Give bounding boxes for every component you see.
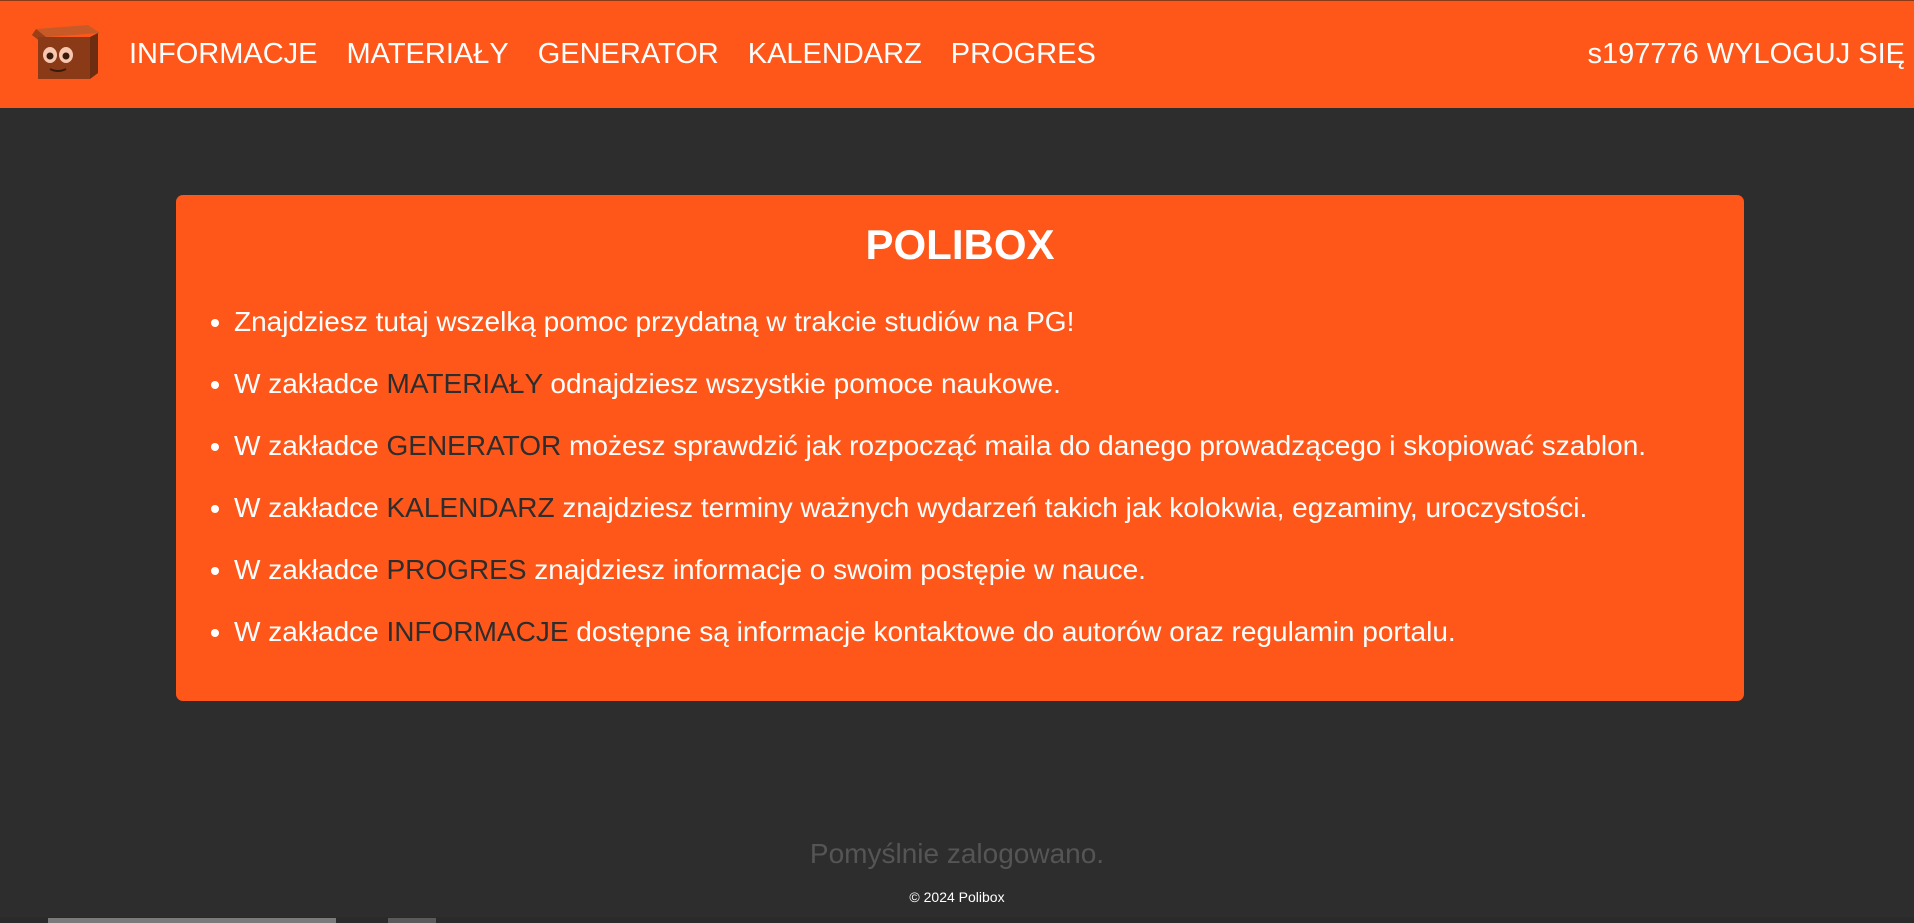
user-area: s197776 WYLOGUJ SIĘ bbox=[1588, 1, 1905, 107]
list-item-prefix: W zakładce bbox=[234, 554, 387, 585]
main-nav: INFORMACJE MATERIAŁY GENERATOR KALENDARZ… bbox=[129, 1, 1125, 107]
list-item-text: Znajdziesz tutaj wszelką pomoc przydatną… bbox=[234, 306, 1075, 337]
scrollbar-thumb-secondary[interactable] bbox=[388, 918, 436, 923]
list-item: Znajdziesz tutaj wszelką pomoc przydatną… bbox=[234, 291, 1646, 353]
list-item-suffix: odnajdziesz wszystkie pomoce naukowe. bbox=[542, 368, 1061, 399]
list-item: W zakładce PROGRES znajdziesz informacje… bbox=[234, 539, 1646, 601]
list-item-suffix: dostępne są informacje kontaktowe do aut… bbox=[568, 616, 1456, 647]
list-item: W zakładce KALENDARZ znajdziesz terminy … bbox=[234, 477, 1646, 539]
scrollbar-thumb[interactable] bbox=[48, 918, 336, 923]
polibox-logo-icon[interactable] bbox=[28, 23, 102, 81]
footer-copyright: © 2024 Polibox bbox=[909, 889, 1005, 905]
list-item: W zakładce GENERATOR możesz sprawdzić ja… bbox=[234, 415, 1646, 477]
list-item-prefix: W zakładce bbox=[234, 616, 387, 647]
list-item-suffix: znajdziesz informacje o swoim postępie w… bbox=[526, 554, 1146, 585]
list-item-keyword: GENERATOR bbox=[386, 430, 562, 461]
nav-kalendarz[interactable]: KALENDARZ bbox=[748, 38, 922, 71]
username: s197776 bbox=[1587, 37, 1699, 70]
list-item-keyword: KALENDARZ bbox=[386, 492, 555, 523]
login-status-message: Pomyślnie zalogowano. bbox=[809, 838, 1105, 869]
list-item-prefix: W zakładce bbox=[234, 368, 387, 399]
info-card: POLIBOX Znajdziesz tutaj wszelką pomoc p… bbox=[176, 195, 1744, 701]
list-item-keyword: MATERIAŁY bbox=[386, 368, 543, 399]
horizontal-scrollbar[interactable] bbox=[0, 917, 1914, 923]
list-item-suffix: znajdziesz terminy ważnych wydarzeń taki… bbox=[554, 492, 1588, 523]
list-item-prefix: W zakładce bbox=[234, 430, 387, 461]
logout-button[interactable]: WYLOGUJ SIĘ bbox=[1707, 38, 1905, 71]
list-item-prefix: W zakładce bbox=[234, 492, 387, 523]
nav-materialy[interactable]: MATERIAŁY bbox=[347, 38, 509, 71]
list-item: W zakładce INFORMACJE dostępne są inform… bbox=[234, 601, 1646, 663]
list-item-suffix: możesz sprawdzić jak rozpocząć maila do … bbox=[561, 430, 1647, 461]
info-list: Znajdziesz tutaj wszelką pomoc przydatną… bbox=[176, 291, 1646, 663]
top-navigation-bar: INFORMACJE MATERIAŁY GENERATOR KALENDARZ… bbox=[0, 0, 1914, 108]
card-title: POLIBOX bbox=[865, 221, 1055, 268]
nav-progres[interactable]: PROGRES bbox=[951, 38, 1096, 71]
nav-informacje[interactable]: INFORMACJE bbox=[129, 38, 318, 71]
list-item: W zakładce MATERIAŁY odnajdziesz wszystk… bbox=[234, 353, 1646, 415]
list-item-keyword: PROGRES bbox=[386, 554, 527, 585]
nav-generator[interactable]: GENERATOR bbox=[538, 38, 719, 71]
list-item-keyword: INFORMACJE bbox=[386, 616, 569, 647]
